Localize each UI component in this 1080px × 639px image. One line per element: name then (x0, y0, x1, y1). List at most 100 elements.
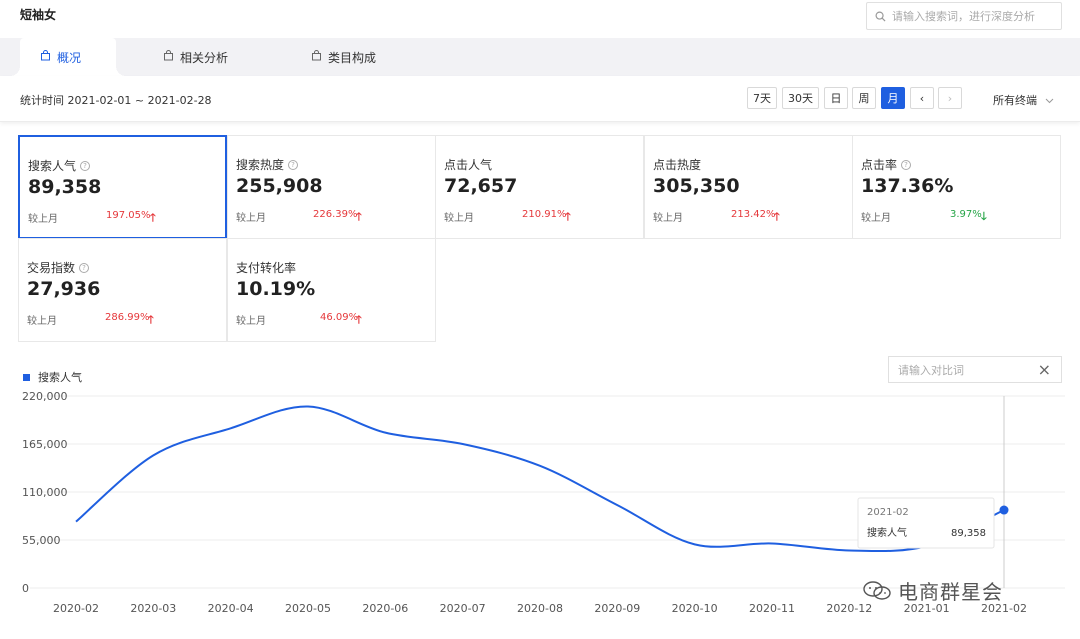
arrow-up-icon: 🡑 (150, 211, 156, 224)
metric-value: 137.36% (861, 175, 954, 197)
legend-label: 搜索人气 (38, 371, 82, 384)
metric-label: 支付转化率 (236, 259, 296, 276)
arrow-up-icon: 🡑 (148, 313, 154, 326)
next-period-button[interactable]: › (938, 87, 962, 109)
metric-card-click-heat[interactable]: 点击热度 305,350 较上月 213.42% 🡑 (644, 135, 853, 239)
tab-bar: 概况 相关分析 类目构成 (0, 38, 1080, 76)
terminal-label: 所有终端 (993, 94, 1037, 107)
arrow-down-icon: 🡓 (981, 210, 987, 223)
y-tick-label: 220,000 (22, 390, 68, 403)
help-icon: ? (80, 160, 91, 171)
metric-label-text: 点击人气 (444, 158, 493, 172)
page-title: 短袖女 (20, 8, 57, 22)
y-tick-label: 0 (22, 582, 29, 595)
arrow-up-icon: 🡑 (774, 210, 780, 223)
bag-icon (40, 50, 51, 64)
help-icon: ? (901, 159, 912, 170)
metric-card-click-popularity[interactable]: 点击人气 72,657 较上月 210.91% 🡑 (435, 135, 644, 239)
data-point (999, 505, 1009, 515)
metric-value: 27,936 (27, 278, 101, 300)
metric-value: 305,350 (653, 175, 740, 197)
search-input[interactable]: 请输入搜索词，进行深度分析 (866, 2, 1062, 30)
metric-label: 搜索热度? (236, 156, 299, 173)
tab-category-composition[interactable]: 类目构成 (311, 38, 376, 76)
stat-period: 统计时间 2021-02-01 ~ 2021-02-28 (20, 94, 212, 107)
metric-compare: 较上月 (236, 316, 266, 327)
prev-period-button[interactable]: ‹ (910, 87, 934, 109)
metric-label: 点击率? (861, 156, 912, 173)
compare-placeholder: 请输入对比词 (898, 363, 964, 377)
tooltip-date: 2021-02 (867, 507, 909, 518)
y-tick-label: 110,000 (22, 486, 68, 499)
metric-card-pay-conversion[interactable]: 支付转化率 10.19% 较上月 46.09% 🡑 (227, 238, 436, 342)
metric-value: 10.19% (236, 278, 316, 300)
metric-label-text: 支付转化率 (236, 261, 297, 275)
arrow-up-icon: 🡑 (356, 210, 362, 223)
arrow-up-icon: 🡑 (565, 210, 571, 223)
watermark: 电商群星会 (862, 576, 1003, 605)
x-tick-label: 2020-06 (362, 602, 408, 615)
x-tick-label: 2020-03 (130, 602, 176, 615)
metric-label: 交易指数? (27, 259, 90, 276)
metric-compare: 较上月 (861, 213, 891, 224)
tooltip-value: 89,358 (951, 528, 986, 539)
range-30d-button[interactable]: 30天 (782, 87, 819, 109)
tab-overview[interactable]: 概况 (10, 38, 126, 76)
metric-label-text: 搜索人气 (28, 159, 77, 173)
metric-change: 46.09% (320, 312, 359, 323)
metric-change: 286.99% (105, 312, 150, 323)
x-tick-label: 2020-11 (749, 602, 795, 615)
metric-compare: 较上月 (653, 213, 683, 224)
stat-bar: 统计时间 2021-02-01 ~ 2021-02-28 7天 30天 日 周 … (0, 76, 1080, 122)
close-icon[interactable]: × (1038, 360, 1051, 379)
metric-value: 255,908 (236, 175, 323, 197)
metric-label: 搜索人气? (28, 157, 91, 174)
range-7d-button[interactable]: 7天 (747, 87, 777, 109)
tooltip-label: 搜索人气 (867, 526, 907, 539)
help-icon: ? (79, 262, 90, 273)
metric-compare: 较上月 (27, 316, 57, 327)
chart-legend[interactable]: 搜索人气 (23, 369, 82, 385)
metric-change: 210.91% (522, 209, 567, 220)
metric-value: 72,657 (444, 175, 518, 197)
metric-change: 213.42% (731, 209, 776, 220)
metric-compare: 较上月 (28, 214, 58, 225)
compare-word-input[interactable]: 请输入对比词 × (888, 356, 1062, 383)
arrow-up-icon: 🡑 (356, 313, 362, 326)
metric-card-search-heat[interactable]: 搜索热度? 255,908 较上月 226.39% 🡑 (227, 135, 436, 239)
terminal-select[interactable]: 所有终端 (993, 92, 1054, 108)
x-tick-label: 2020-09 (594, 602, 640, 615)
range-day-button[interactable]: 日 (824, 87, 848, 109)
metric-label-text: 点击率 (861, 158, 898, 172)
search-placeholder: 请输入搜索词，进行深度分析 (892, 10, 1035, 23)
search-icon (875, 11, 886, 22)
x-tick-label: 2020-10 (672, 602, 718, 615)
metric-label-text: 点击热度 (653, 158, 702, 172)
metric-change: 226.39% (313, 209, 358, 220)
tab-related-analysis[interactable]: 相关分析 (163, 38, 228, 76)
tooltip-box (857, 497, 995, 549)
metric-card-click-rate[interactable]: 点击率? 137.36% 较上月 3.97% 🡓 (852, 135, 1061, 239)
wechat-icon (863, 580, 891, 600)
x-tick-label: 2020-02 (53, 602, 99, 615)
metric-value: 89,358 (28, 176, 102, 198)
y-tick-label: 55,000 (22, 534, 61, 547)
metric-card-search-popularity[interactable]: 搜索人气? 89,358 较上月 197.05% 🡑 (18, 135, 227, 239)
range-month-button[interactable]: 月 (881, 87, 905, 109)
y-tick-label: 165,000 (22, 438, 68, 451)
x-tick-label: 2020-04 (208, 602, 254, 615)
metric-card-trade-index[interactable]: 交易指数? 27,936 较上月 286.99% 🡑 (18, 238, 227, 342)
watermark-text: 电商群星会 (898, 580, 1003, 604)
tab-label: 相关分析 (180, 50, 229, 65)
metric-label: 点击人气 (444, 156, 492, 173)
metric-change: 3.97% (950, 209, 982, 220)
bag-icon (311, 50, 322, 64)
metric-label-text: 交易指数 (27, 261, 76, 275)
range-week-button[interactable]: 周 (852, 87, 876, 109)
bag-icon (163, 50, 174, 64)
x-tick-label: 2020-05 (285, 602, 331, 615)
chevron-down-icon (1045, 94, 1054, 107)
metric-change: 197.05% (106, 210, 151, 221)
metric-compare: 较上月 (444, 213, 474, 224)
metric-label: 点击热度 (653, 156, 701, 173)
